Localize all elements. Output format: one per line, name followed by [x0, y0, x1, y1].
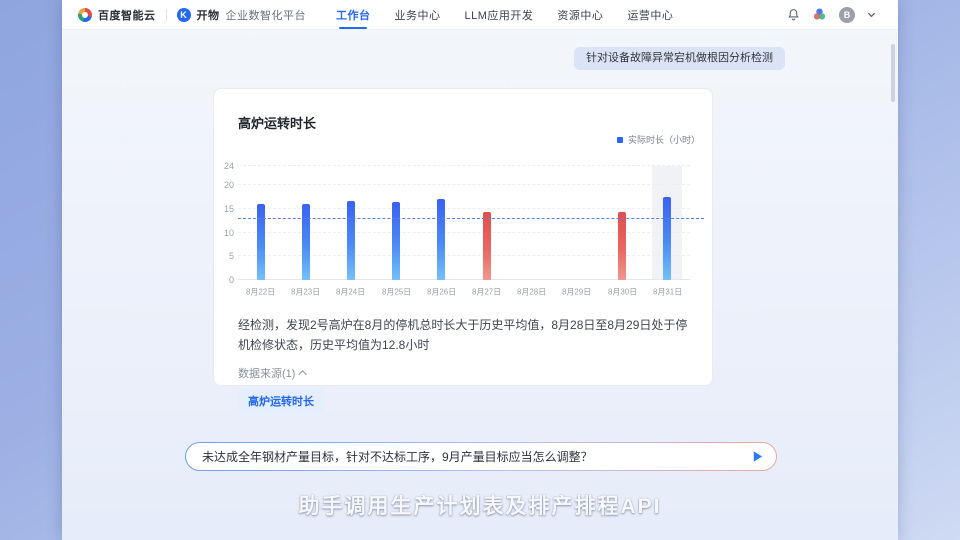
bar-8月30日 — [618, 212, 626, 280]
data-source-toggle[interactable]: 数据来源(1) — [238, 365, 688, 381]
legend-swatch-icon — [617, 137, 623, 143]
y-axis-tick-label: 15 — [216, 204, 234, 214]
user-avatar[interactable]: B — [839, 7, 855, 23]
user-message-bubble: 针对设备故障异常宕机做根因分析检测 — [574, 47, 785, 70]
gridline — [238, 165, 690, 166]
nav-item-operation-center[interactable]: 运营中心 — [627, 0, 673, 29]
x-axis-label: 8月25日 — [376, 286, 416, 297]
apps-grid-icon[interactable] — [812, 7, 827, 22]
chat-area: 针对设备故障异常宕机做根因分析检测 高炉运转时长 实际时长（小时） 051015… — [62, 30, 898, 539]
data-source-chip[interactable]: 高炉运转时长 — [238, 389, 324, 413]
bar-8月26日 — [437, 199, 445, 280]
avatar-initial: B — [839, 7, 855, 23]
data-source-label: 数据来源(1) — [238, 365, 295, 381]
y-axis-tick-label: 24 — [216, 161, 234, 171]
x-axis-label: 8月26日 — [422, 286, 462, 297]
chat-input-box — [185, 442, 777, 471]
x-axis-label: 8月27日 — [467, 286, 507, 297]
nav-item-llm-app-dev[interactable]: LLM应用开发 — [465, 0, 534, 29]
bar-chart: 0510152024 8月22日 8月23日 8月24日 8月25日 8月26日 8月27… — [238, 166, 688, 298]
chat-input[interactable] — [202, 450, 751, 464]
analysis-summary-text: 经检测，发现2号高炉在8月的停机总时长大于历史平均值，8月28日至8月29日处于… — [238, 316, 692, 356]
desktop-background: 百度智能云 K 开物 企业数智化平台 工作台 业务中心 LLM应用开发 资源中心… — [0, 0, 960, 540]
app-header: 百度智能云 K 开物 企业数智化平台 工作台 业务中心 LLM应用开发 资源中心… — [62, 0, 898, 30]
x-axis-label: 8月31日 — [648, 286, 688, 297]
chat-input-inner — [186, 443, 776, 470]
bar-8月31日 — [663, 197, 671, 280]
nav-item-business-center[interactable]: 业务中心 — [395, 0, 441, 29]
bar-8月24日 — [347, 201, 355, 280]
gridline — [238, 184, 690, 185]
nav-item-workbench[interactable]: 工作台 — [336, 0, 371, 29]
bar-8月27日 — [483, 212, 491, 280]
app-window: 百度智能云 K 开物 企业数智化平台 工作台 业务中心 LLM应用开发 资源中心… — [62, 0, 898, 540]
brand-platform-text: 企业数智化平台 — [226, 7, 307, 23]
kaiwu-logo-icon: K — [177, 8, 191, 22]
legend-label: 实际时长（小时） — [628, 133, 700, 146]
header-right: B — [787, 7, 876, 23]
baidu-cloud-logo-icon — [78, 8, 92, 22]
chart-plot-area: 0510152024 — [238, 166, 690, 280]
brand-area: 百度智能云 K 开物 企业数智化平台 — [78, 7, 306, 23]
bar-8月22日 — [257, 204, 265, 280]
bar-8月25日 — [392, 202, 400, 280]
nav-item-resource-center[interactable]: 资源中心 — [557, 0, 603, 29]
chart-card: 高炉运转时长 实际时长（小时） 0510152024 8月22日8月23日8月2… — [213, 88, 713, 386]
chevron-down-icon[interactable] — [867, 10, 876, 19]
video-caption: 助手调用生产计划表及排产排程API — [62, 490, 898, 520]
scrollbar[interactable] — [891, 44, 895, 102]
brand-divider — [166, 9, 167, 21]
average-line — [238, 218, 704, 219]
x-axis-label: 8月28日 — [512, 286, 552, 297]
y-axis-tick-label: 5 — [216, 251, 234, 261]
main-nav: 工作台 业务中心 LLM应用开发 资源中心 运营中心 — [336, 0, 673, 29]
chart-title: 高炉运转时长 — [238, 113, 688, 132]
send-icon[interactable] — [751, 450, 764, 463]
x-axis-label: 8月24日 — [331, 286, 371, 297]
y-axis-tick-label: 0 — [216, 275, 234, 285]
x-axis-label: 8月29日 — [557, 286, 597, 297]
bell-icon[interactable] — [787, 8, 800, 21]
bar-8月23日 — [302, 204, 310, 280]
brand-kaiwu-text: 开物 — [197, 7, 220, 23]
brand-baidu-text: 百度智能云 — [98, 7, 156, 23]
y-axis-tick-label: 20 — [216, 180, 234, 190]
x-axis-labels: 8月22日 8月23日 8月24日 8月25日 8月26日 8月27日 8月28日 8月29日… — [238, 285, 690, 298]
legend-item[interactable]: 实际时长（小时） — [617, 133, 700, 146]
x-axis-label: 8月23日 — [286, 286, 326, 297]
x-axis-label: 8月22日 — [241, 286, 281, 297]
chevron-up-icon — [299, 370, 307, 378]
y-axis-tick-label: 10 — [216, 228, 234, 238]
x-axis-label: 8月30日 — [602, 286, 642, 297]
